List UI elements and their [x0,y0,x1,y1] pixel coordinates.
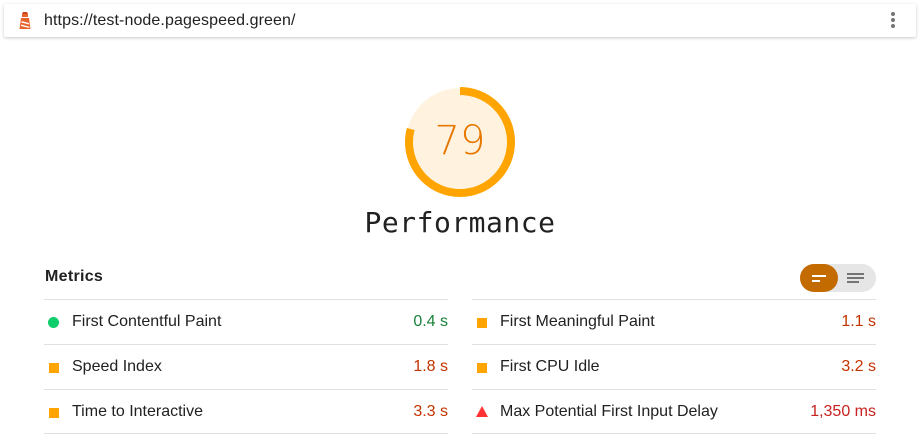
divider [472,433,876,434]
metric-value: 1.1 s [841,313,876,330]
performance-score: 79 [434,118,486,164]
metric-row: First CPU Idle 3.2 s [472,344,876,390]
gauge-title: Performance [364,206,556,239]
kebab-menu-icon[interactable] [890,12,896,30]
metric-value: 1.8 s [413,358,448,375]
url-text: https://test-node.pagespeed.green/ [44,12,296,29]
divider [44,433,448,434]
metric-name: First CPU Idle [500,358,600,375]
metric-name: First Meaningful Paint [500,313,655,330]
metric-value: 3.3 s [413,403,448,420]
metrics-title: Metrics [45,268,104,285]
pass-circle-icon [48,317,59,328]
average-square-icon [477,363,487,373]
metric-row: Time to Interactive 3.3 s [44,389,448,435]
lighthouse-icon [19,12,31,29]
metrics-view-toggle[interactable] [800,264,876,292]
summary-view-icon[interactable] [800,264,838,292]
metric-row: First Meaningful Paint 1.1 s [472,299,876,345]
url-bar: https://test-node.pagespeed.green/ [4,4,916,37]
average-square-icon [477,318,487,328]
metric-name: First Contentful Paint [72,313,222,330]
metric-row: Speed Index 1.8 s [44,344,448,390]
metric-name: Time to Interactive [72,403,204,420]
average-square-icon [49,363,59,373]
metric-value: 3.2 s [841,358,876,375]
fail-triangle-icon [476,406,488,417]
average-square-icon [49,408,59,418]
detail-view-icon[interactable] [838,264,876,292]
metric-row: Max Potential First Input Delay 1,350 ms [472,389,876,435]
metric-value: 1,350 ms [810,403,876,420]
metric-name: Speed Index [72,358,162,375]
metric-name: Max Potential First Input Delay [500,403,718,420]
metric-row: First Contentful Paint 0.4 s [44,299,448,345]
metric-value: 0.4 s [413,313,448,330]
